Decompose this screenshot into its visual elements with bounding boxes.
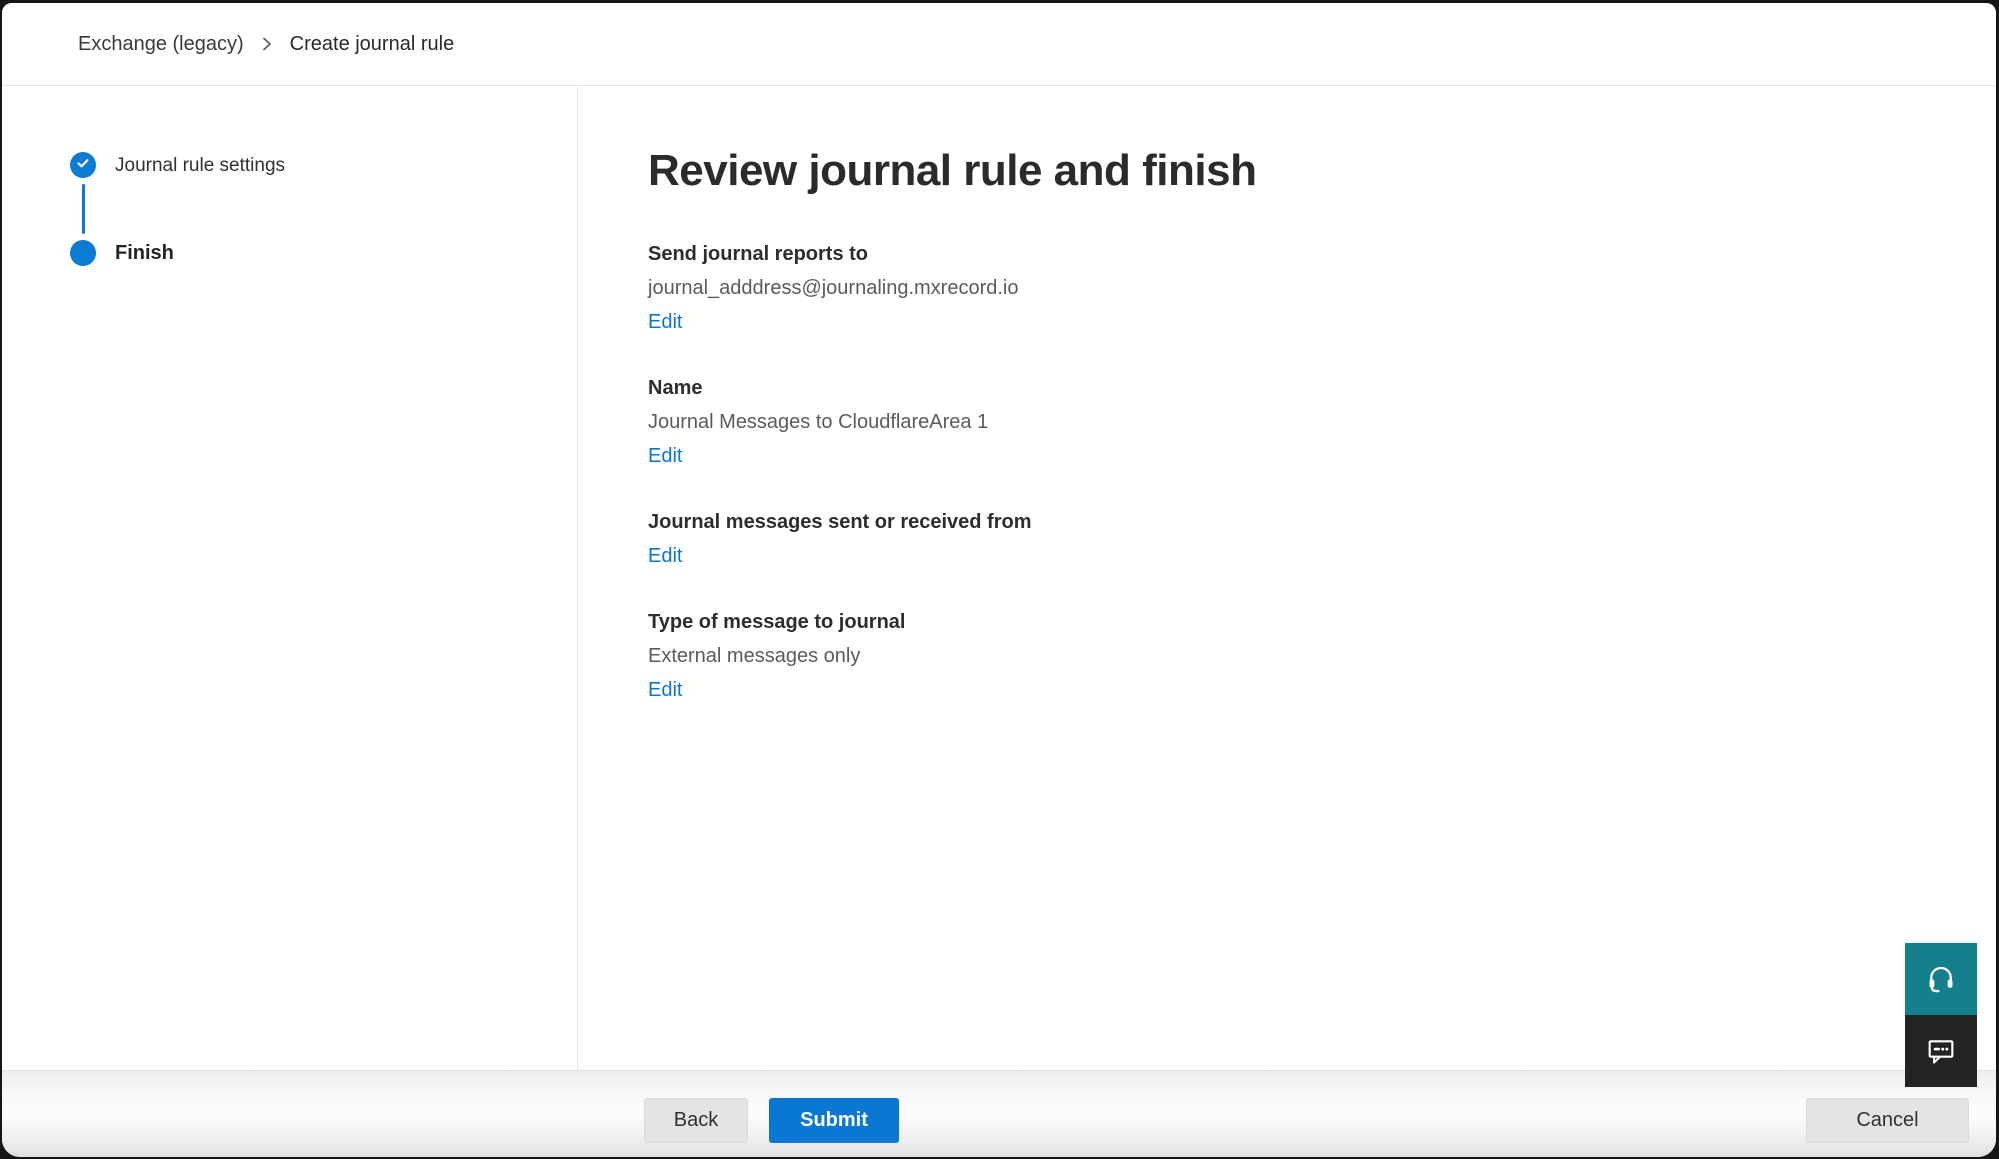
edit-link-type-of-message[interactable]: Edit — [648, 673, 682, 707]
step-completed-indicator[interactable] — [70, 152, 96, 178]
section-label: Send journal reports to — [648, 237, 1956, 271]
section-label: Name — [648, 371, 1956, 405]
breadcrumb-exchange-legacy[interactable]: Exchange (legacy) — [78, 33, 244, 56]
section-value: External messages only — [648, 639, 1956, 673]
back-button[interactable]: Back — [644, 1098, 748, 1143]
submit-button[interactable]: Submit — [769, 1098, 899, 1143]
headset-icon — [1925, 962, 1957, 997]
feedback-button[interactable] — [1905, 1015, 1977, 1087]
review-section-send-journal-reports-to: Send journal reports to journal_adddress… — [648, 237, 1956, 339]
wizard-step-finish: Finish — [115, 242, 174, 265]
page-title: Review journal rule and finish — [648, 139, 1956, 203]
review-pane: Review journal rule and finish Send jour… — [578, 87, 1996, 1070]
wizard-step-journal-rule-settings[interactable]: Journal rule settings — [115, 155, 285, 177]
section-label: Journal messages sent or received from — [648, 505, 1956, 539]
review-section-type-of-message: Type of message to journal External mess… — [648, 605, 1956, 707]
breadcrumb: Exchange (legacy) Create journal rule — [2, 3, 1996, 86]
breadcrumb-create-journal-rule: Create journal rule — [290, 33, 455, 56]
review-section-journal-messages-from: Journal messages sent or received from E… — [648, 505, 1956, 573]
check-icon — [75, 155, 91, 176]
section-label: Type of message to journal — [648, 605, 1956, 639]
wizard-steps-panel: Journal rule settings Finish — [2, 87, 578, 1070]
review-section-name: Name Journal Messages to CloudflareArea … — [648, 371, 1956, 473]
edit-link-name[interactable]: Edit — [648, 439, 682, 473]
feedback-chat-icon — [1925, 1034, 1957, 1069]
section-value: Journal Messages to CloudflareArea 1 — [648, 405, 1956, 439]
edit-link-journal-messages-from[interactable]: Edit — [648, 539, 682, 573]
wizard-footer: Back Submit Cancel — [2, 1070, 1996, 1157]
chevron-right-icon — [260, 34, 274, 54]
step-current-indicator — [70, 240, 96, 266]
help-button[interactable] — [1905, 943, 1977, 1015]
app-window: Exchange (legacy) Create journal rule Jo… — [2, 3, 1996, 1157]
section-value: journal_adddress@journaling.mxrecord.io — [648, 271, 1956, 305]
edit-link-send-journal-reports-to[interactable]: Edit — [648, 305, 682, 339]
step-connector-line — [82, 184, 85, 234]
cancel-button[interactable]: Cancel — [1806, 1098, 1969, 1143]
